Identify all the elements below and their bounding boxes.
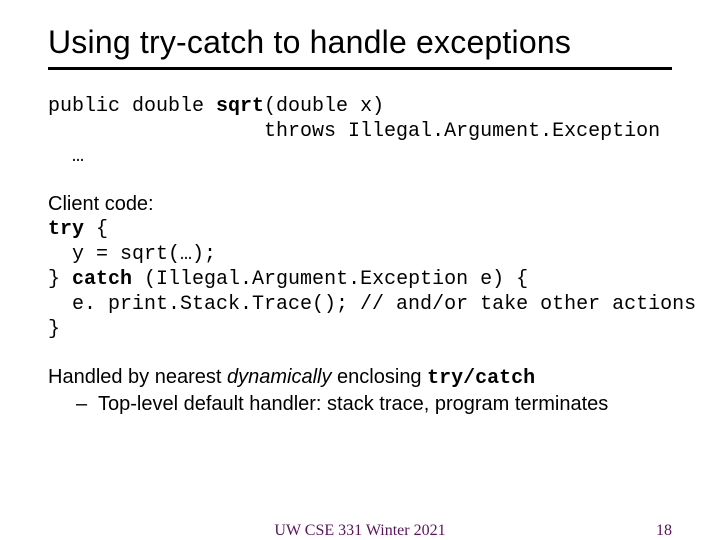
sig-line1-name: sqrt xyxy=(216,95,264,118)
client-l4: e. print.Stack.Trace(); // and/or take o… xyxy=(48,293,696,316)
handled-trycatch: try/catch xyxy=(427,367,535,390)
sig-line1-pre: public double xyxy=(48,95,216,118)
footer-center: UW CSE 331 Winter 2021 xyxy=(274,522,445,540)
page-number: 18 xyxy=(656,522,672,540)
sig-line1-post: (double x) xyxy=(264,95,384,118)
slide: Using try-catch to handle exceptions pub… xyxy=(0,0,720,417)
client-l2: y = sqrt(…); xyxy=(48,243,216,266)
client-label: Client code: xyxy=(48,191,672,217)
signature-code: public double sqrt(double x) throws Ille… xyxy=(48,94,672,169)
client-l5: } xyxy=(48,318,60,341)
handled-mid: enclosing xyxy=(332,366,428,388)
handled-bullet-row: – Top-level default handler: stack trace… xyxy=(48,391,672,417)
handled-block: Handled by nearest dynamically enclosing… xyxy=(48,364,672,417)
title-rule xyxy=(48,67,672,70)
client-l3a: } xyxy=(48,268,72,291)
client-l3c: (Illegal.Argument.Exception e) { xyxy=(132,268,528,291)
client-code: try { y = sqrt(…); } catch (Illegal.Argu… xyxy=(48,217,672,342)
handled-dyn: dynamically xyxy=(227,366,331,388)
handled-bullet: Top-level default handler: stack trace, … xyxy=(98,391,608,417)
client-catch: catch xyxy=(72,268,132,291)
client-l1b: { xyxy=(84,218,108,241)
slide-title: Using try-catch to handle exceptions xyxy=(48,24,672,61)
client-block: Client code: try { y = sqrt(…); } catch … xyxy=(48,191,672,342)
bullet-dash-icon: – xyxy=(76,391,98,417)
handled-line: Handled by nearest dynamically enclosing… xyxy=(48,364,672,391)
handled-pre: Handled by nearest xyxy=(48,366,227,388)
sig-line3: … xyxy=(48,145,84,168)
sig-line2: throws Illegal.Argument.Exception xyxy=(48,120,660,143)
client-try: try xyxy=(48,218,84,241)
